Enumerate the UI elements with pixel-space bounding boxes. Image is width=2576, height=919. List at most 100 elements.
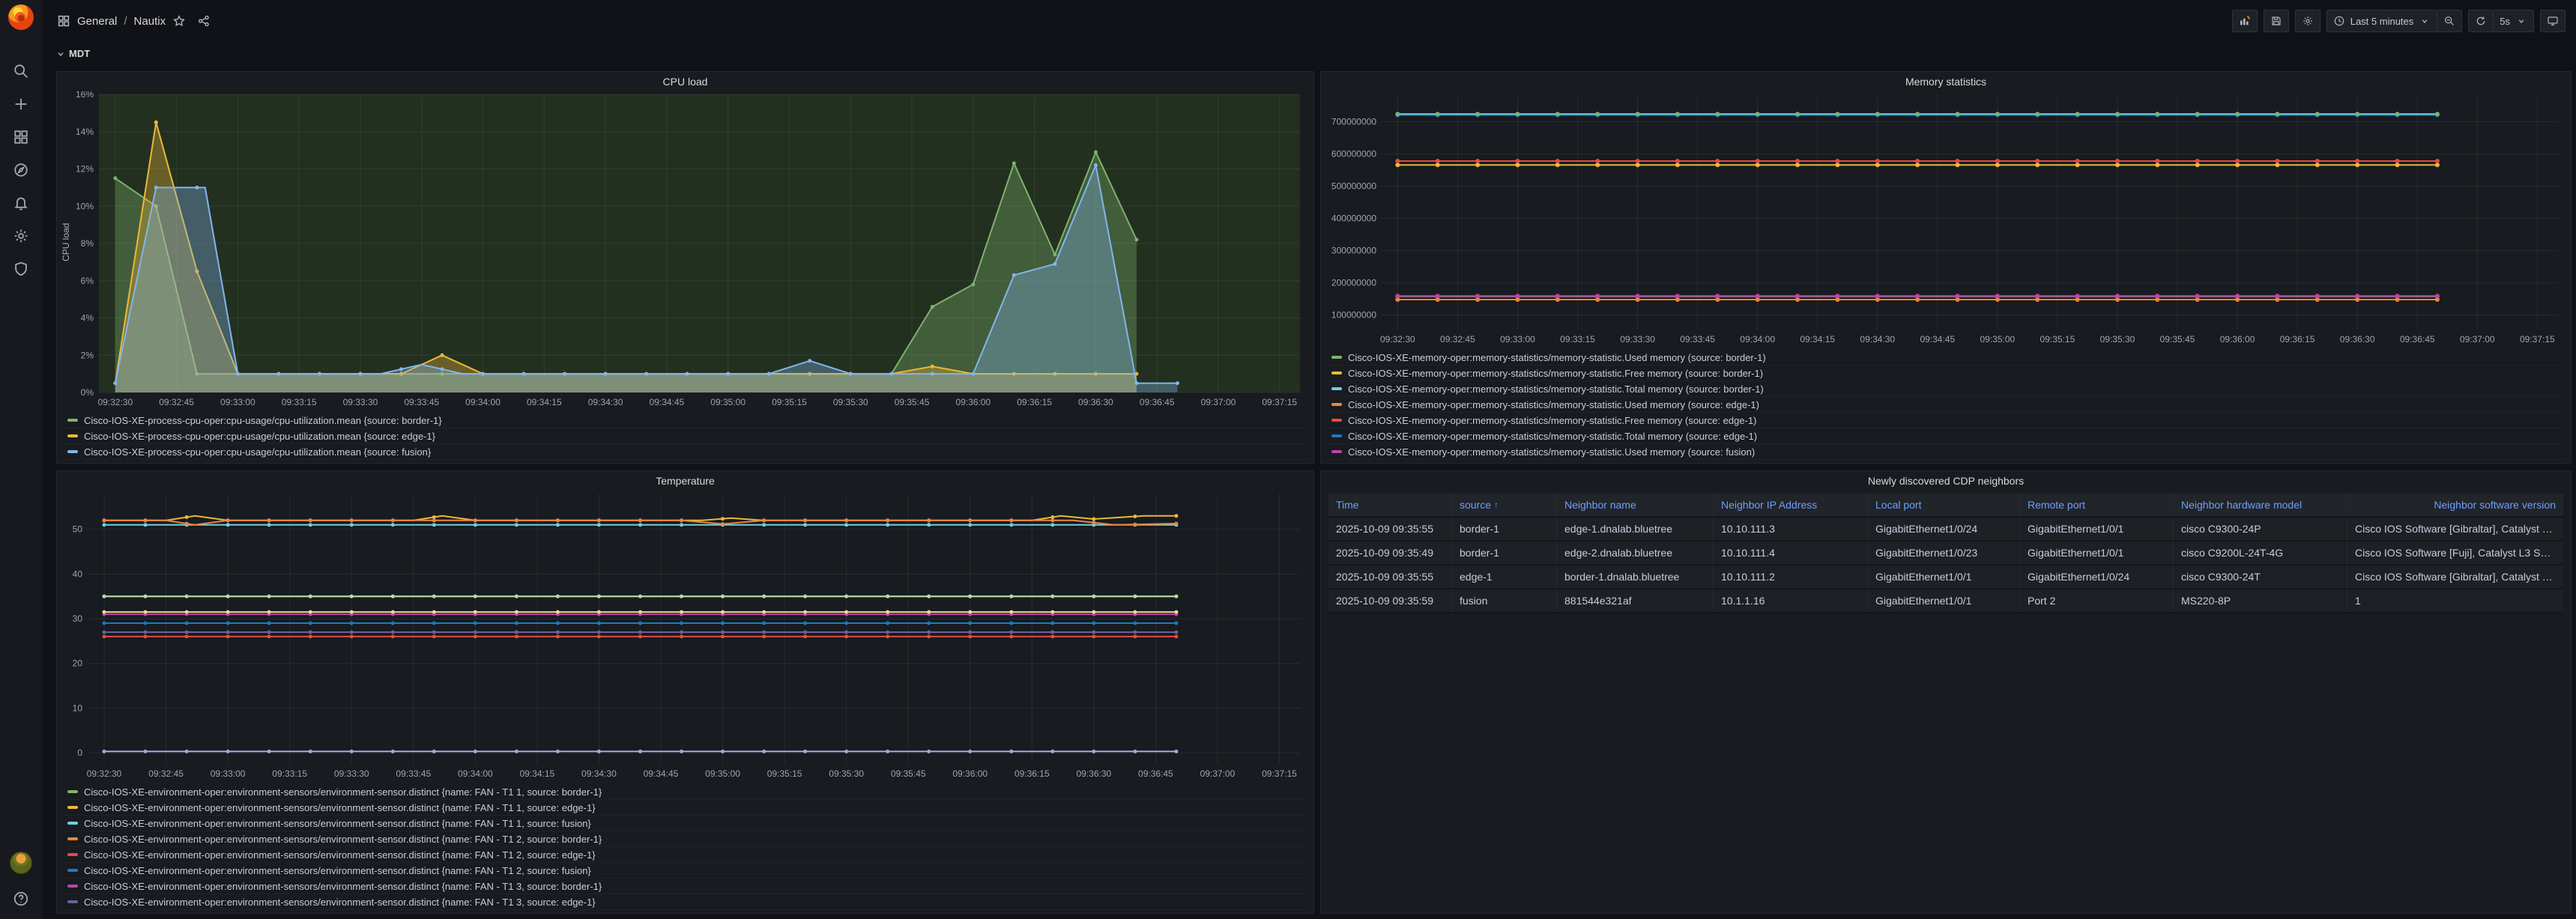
column-header-time[interactable]: Time: [1328, 494, 1452, 516]
dashboard-row-mdt[interactable]: MDT: [56, 48, 90, 59]
explore-compass-icon[interactable]: [13, 162, 29, 178]
legend-item[interactable]: Cisco-IOS-XE-memory-oper:memory-statisti…: [1327, 397, 2565, 413]
configuration-gear-icon[interactable]: [13, 228, 29, 244]
svg-text:12%: 12%: [76, 164, 94, 175]
table-cell: 2025-10-09 09:35:49: [1328, 542, 1452, 564]
panel-title[interactable]: Newly discovered CDP neighbors: [1321, 471, 2571, 491]
table-row[interactable]: 2025-10-09 09:35:49 border-1 edge-2.dnalab…: [1328, 542, 2563, 565]
svg-text:09:34:45: 09:34:45: [1920, 334, 1955, 345]
table-row[interactable]: 2025-10-09 09:35:55 border-1 edge-1.dnalab…: [1328, 518, 2563, 542]
svg-text:20: 20: [73, 658, 83, 669]
legend-item[interactable]: Cisco-IOS-XE-process-cpu-oper:cpu-usage/…: [63, 444, 1307, 460]
grafana-logo[interactable]: [8, 4, 34, 30]
chevron-down-icon: [58, 52, 64, 56]
alerting-bell-icon[interactable]: [13, 195, 29, 211]
panel-title[interactable]: CPU load: [57, 72, 1313, 91]
svg-text:09:33:30: 09:33:30: [334, 768, 369, 779]
legend-item[interactable]: Cisco-IOS-XE-environment-oper:environmen…: [63, 879, 1307, 894]
table-cell: fusion: [1452, 589, 1557, 612]
svg-text:09:33:00: 09:33:00: [1500, 334, 1535, 345]
svg-text:50: 50: [73, 524, 83, 535]
zoom-out-time-button[interactable]: [2437, 10, 2463, 32]
column-header-local-port[interactable]: Local port: [1868, 494, 2020, 516]
column-header-neighbor-hardware-model[interactable]: Neighbor hardware model: [2174, 494, 2347, 516]
dashboard-settings-button[interactable]: [2294, 10, 2320, 32]
memory-statistics-chart[interactable]: 100000000 200000000 300000000 400000000 5000…: [1325, 91, 2566, 349]
server-admin-shield-icon[interactable]: [13, 261, 29, 277]
table-row[interactable]: 2025-10-09 09:35:59 fusion 881544e321af 10.…: [1328, 589, 2563, 613]
dashboard-title[interactable]: Nautix: [134, 15, 166, 28]
table-row[interactable]: 2025-10-09 09:35:55 edge-1 border-1.dnalab…: [1328, 565, 2563, 589]
cdp-neighbors-table: Time source ↑ Neighbor name Neighbor IP Addr…: [1321, 491, 2571, 616]
legend-item[interactable]: Cisco-IOS-XE-memory-oper:memory-statisti…: [1327, 350, 2565, 366]
svg-text:09:34:15: 09:34:15: [527, 397, 562, 407]
legend-item[interactable]: Cisco-IOS-XE-environment-oper:environmen…: [63, 800, 1307, 816]
legend-label: Cisco-IOS-XE-memory-oper:memory-statisti…: [1348, 430, 1758, 442]
table-cell: edge-1.dnalab.bluetree: [1557, 518, 1714, 540]
dashboards-icon[interactable]: [13, 129, 29, 145]
legend-item[interactable]: Cisco-IOS-XE-environment-oper:environmen…: [63, 863, 1307, 879]
panel-cdp-neighbors-table: Newly discovered CDP neighbors Time sourc…: [1320, 470, 2572, 914]
help-icon[interactable]: [13, 891, 29, 907]
svg-text:09:36:15: 09:36:15: [1015, 768, 1050, 779]
search-icon[interactable]: [13, 63, 29, 79]
table-cell: GigabitEthernet1/0/1: [2020, 518, 2174, 540]
column-header-source[interactable]: source ↑: [1452, 494, 1557, 516]
refresh-interval-picker[interactable]: 5s: [2493, 10, 2534, 32]
refresh-button[interactable]: [2468, 10, 2494, 32]
column-header-neighbor-name[interactable]: Neighbor name: [1557, 494, 1714, 516]
table-header-row: Time source ↑ Neighbor name Neighbor IP Addr…: [1328, 494, 2563, 518]
legend-item[interactable]: Cisco-IOS-XE-memory-oper:memory-statisti…: [1327, 444, 2565, 460]
legend-item[interactable]: Cisco-IOS-XE-environment-oper:environmen…: [63, 847, 1307, 863]
legend-item[interactable]: Cisco-IOS-XE-memory-oper:memory-statisti…: [1327, 428, 2565, 444]
legend-swatch: [1331, 356, 1342, 359]
legend-item[interactable]: Cisco-IOS-XE-environment-oper:environmen…: [63, 816, 1307, 831]
svg-text:09:34:00: 09:34:00: [458, 768, 493, 779]
save-dashboard-button[interactable]: [2263, 10, 2289, 32]
user-avatar[interactable]: [10, 852, 32, 874]
svg-text:09:34:00: 09:34:00: [1740, 334, 1775, 345]
share-icon[interactable]: [197, 14, 211, 28]
plus-icon[interactable]: [13, 96, 29, 112]
cpu-legend: Cisco-IOS-XE-process-cpu-oper:cpu-usage/…: [57, 412, 1313, 463]
time-range-picker[interactable]: Last 5 minutes: [2326, 10, 2437, 32]
legend-item[interactable]: Cisco-IOS-XE-memory-oper:memory-statisti…: [1327, 413, 2565, 428]
legend-item[interactable]: Cisco-IOS-XE-memory-oper:memory-statisti…: [1327, 366, 2565, 381]
legend-item[interactable]: Cisco-IOS-XE-environment-oper:environmen…: [63, 784, 1307, 800]
kiosk-tv-button[interactable]: [2540, 10, 2566, 32]
top-navbar: General / Nautix Last 5 minutes 5s: [42, 0, 2576, 42]
svg-text:09:34:45: 09:34:45: [650, 397, 685, 407]
svg-text:09:37:00: 09:37:00: [2460, 334, 2495, 345]
legend-swatch: [67, 434, 78, 437]
legend-item[interactable]: Cisco-IOS-XE-environment-oper:environmen…: [63, 894, 1307, 910]
legend-label: Cisco-IOS-XE-environment-oper:environmen…: [84, 864, 591, 876]
column-header-remote-port[interactable]: Remote port: [2020, 494, 2174, 516]
panel-title[interactable]: Temperature: [57, 471, 1313, 491]
legend-item[interactable]: Cisco-IOS-XE-process-cpu-oper:cpu-usage/…: [63, 428, 1307, 444]
svg-text:09:36:45: 09:36:45: [1138, 768, 1173, 779]
svg-text:0%: 0%: [81, 387, 94, 398]
svg-text:09:32:45: 09:32:45: [159, 397, 194, 407]
table-cell: GigabitEthernet1/0/1: [1868, 565, 2020, 588]
svg-text:09:35:30: 09:35:30: [833, 397, 868, 407]
legend-item[interactable]: Cisco-IOS-XE-environment-oper:environmen…: [63, 831, 1307, 847]
svg-text:4%: 4%: [81, 313, 94, 324]
svg-text:8%: 8%: [81, 238, 94, 249]
dashboard-toolbar: Last 5 minutes 5s: [2231, 10, 2566, 32]
legend-item[interactable]: Cisco-IOS-XE-process-cpu-oper:cpu-usage/…: [63, 413, 1307, 428]
svg-text:500000000: 500000000: [1331, 181, 1376, 192]
legend-swatch: [67, 806, 78, 809]
svg-text:09:33:15: 09:33:15: [1560, 334, 1595, 345]
add-panel-button[interactable]: [2231, 10, 2258, 32]
temperature-chart[interactable]: 0 10 20 30 40 50 09:32:30 09:32:45 09:33:00 09:33…: [61, 491, 1309, 783]
panel-title[interactable]: Memory statistics: [1321, 72, 2571, 91]
cpu-load-chart[interactable]: 0% 2% 4% 6% 8% 10% 12% 14% 16% 09:32:30 09:32:45 09…: [61, 89, 1309, 412]
breadcrumb-section[interactable]: General: [77, 15, 117, 28]
column-header-neighbor-ip-address[interactable]: Neighbor IP Address: [1714, 494, 1868, 516]
legend-label: Cisco-IOS-XE-environment-oper:environmen…: [84, 817, 591, 829]
svg-text:400000000: 400000000: [1331, 213, 1376, 224]
star-icon[interactable]: [172, 14, 186, 28]
legend-item[interactable]: Cisco-IOS-XE-memory-oper:memory-statisti…: [1327, 381, 2565, 397]
column-header-neighbor-software-version[interactable]: Neighbor software version: [2347, 494, 2563, 516]
sort-arrow-icon: ↑: [1494, 500, 1499, 510]
